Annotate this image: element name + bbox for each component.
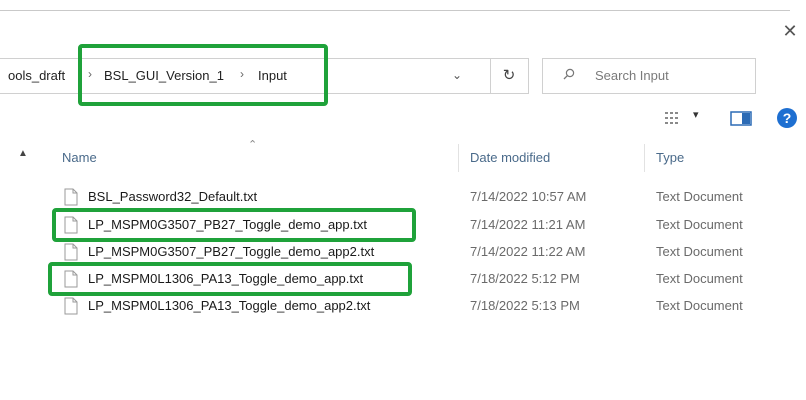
close-button[interactable]: ✕: [780, 20, 800, 42]
file-row[interactable]: LP_MSPM0G3507_PB27_Toggle_demo_app2.txt …: [56, 240, 776, 264]
breadcrumb-input[interactable]: Input: [258, 68, 287, 83]
file-row[interactable]: LP_MSPM0L1306_PA13_Toggle_demo_app.txt 7…: [56, 267, 776, 291]
breadcrumb-separator-icon[interactable]: ›: [240, 67, 244, 81]
file-type: Text Document: [656, 217, 743, 232]
refresh-button[interactable]: ↻: [490, 59, 527, 93]
file-type: Text Document: [656, 244, 743, 259]
file-date: 7/14/2022 10:57 AM: [470, 189, 587, 204]
file-row[interactable]: LP_MSPM0G3507_PB27_Toggle_demo_app.txt 7…: [56, 213, 776, 237]
text-file-icon: [64, 216, 78, 234]
view-options-icon[interactable]: [664, 110, 686, 126]
column-header-type[interactable]: Type: [656, 150, 684, 165]
file-date: 7/18/2022 5:12 PM: [470, 271, 580, 286]
file-name: BSL_Password32_Default.txt: [88, 189, 258, 204]
file-type: Text Document: [656, 298, 743, 313]
column-divider[interactable]: [644, 144, 645, 172]
file-date: 7/14/2022 11:22 AM: [470, 244, 586, 259]
sort-ascending-icon: ⌃: [248, 139, 258, 151]
file-name: LP_MSPM0G3507_PB27_Toggle_demo_app.txt: [88, 217, 367, 232]
column-header-date-modified[interactable]: Date modified: [470, 150, 550, 165]
file-date: 7/18/2022 5:13 PM: [470, 298, 580, 313]
breadcrumb-bsl-gui-version-1[interactable]: BSL_GUI_Version_1: [104, 68, 224, 83]
preview-pane-icon[interactable]: [730, 111, 752, 126]
search-placeholder: Search Input: [595, 68, 669, 83]
file-explorer-window: ✕ ools_draft › BSL_GUI_Version_1 › Input…: [0, 0, 806, 400]
file-date: 7/14/2022 11:21 AM: [470, 217, 586, 232]
file-name: LP_MSPM0L1306_PA13_Toggle_demo_app.txt: [88, 271, 364, 286]
file-name: LP_MSPM0G3507_PB27_Toggle_demo_app2.txt: [88, 244, 375, 259]
file-row[interactable]: BSL_Password32_Default.txt 7/14/2022 10:…: [56, 185, 776, 209]
view-chevron-down-icon[interactable]: ▾: [693, 108, 699, 121]
help-icon[interactable]: ?: [777, 108, 797, 128]
window-top-border: [0, 10, 790, 11]
file-row[interactable]: LP_MSPM0L1306_PA13_Toggle_demo_app2.txt …: [56, 294, 776, 318]
text-file-icon: [64, 188, 78, 206]
search-input[interactable]: Search Input: [542, 58, 756, 94]
column-header-name[interactable]: Name: [62, 150, 97, 165]
scroll-up-arrow-icon[interactable]: ▲: [18, 148, 28, 159]
text-file-icon: [64, 270, 78, 288]
file-type: Text Document: [656, 271, 743, 286]
column-divider[interactable]: [458, 144, 459, 172]
search-icon: [563, 68, 575, 80]
file-type: Text Document: [656, 189, 743, 204]
text-file-icon: [64, 297, 78, 315]
address-bar[interactable]: ools_draft › BSL_GUI_Version_1 › Input ⌄…: [0, 58, 529, 94]
file-name: LP_MSPM0L1306_PA13_Toggle_demo_app2.txt: [88, 298, 371, 313]
address-dropdown-chevron-icon[interactable]: ⌄: [452, 68, 462, 82]
text-file-icon: [64, 243, 78, 261]
breadcrumb-ools-draft[interactable]: ools_draft: [8, 68, 65, 83]
breadcrumb-separator-icon[interactable]: ›: [88, 67, 92, 81]
